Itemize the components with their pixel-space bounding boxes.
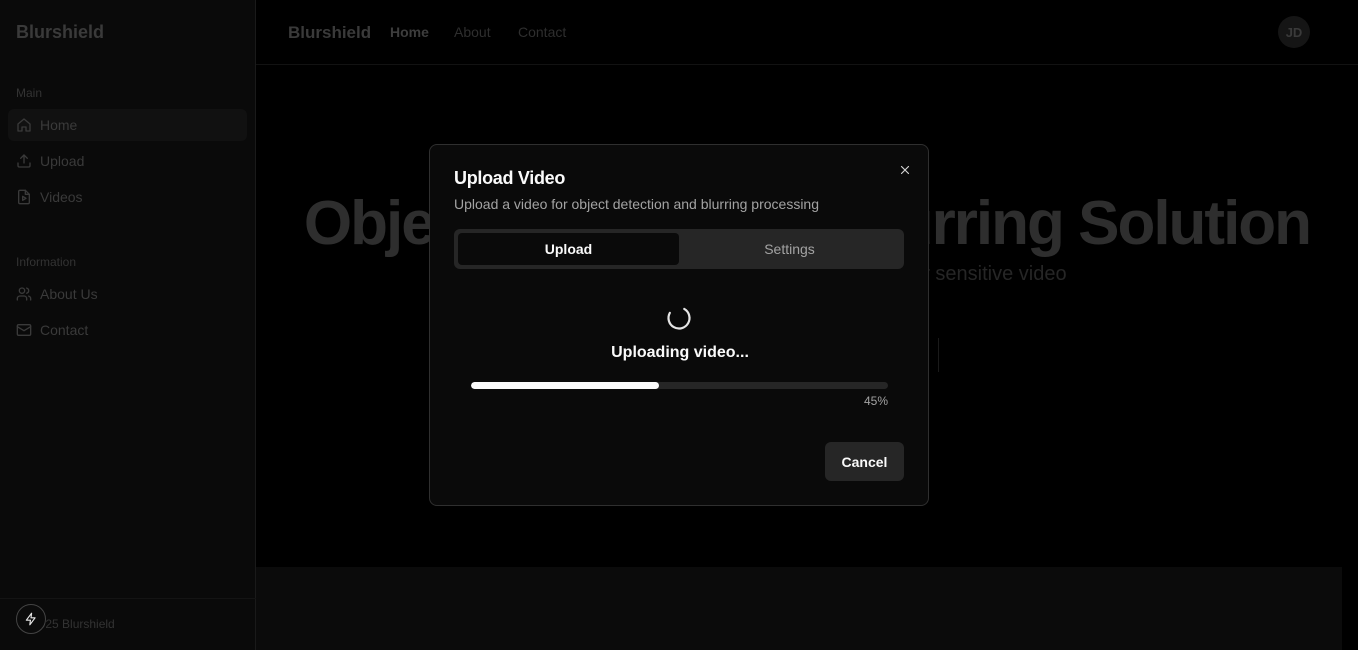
- home-icon: [17, 118, 31, 132]
- sidebar: Blurshield Main Home Upload Videos Infor…: [0, 0, 256, 650]
- nav-link-contact[interactable]: Contact: [518, 24, 566, 40]
- tab-upload[interactable]: Upload: [458, 233, 679, 265]
- loading-spinner-icon: [666, 305, 692, 331]
- top-navbar: Blurshield Home About Contact JD: [256, 0, 1358, 65]
- bolt-icon: [25, 612, 36, 626]
- close-icon: [900, 165, 910, 175]
- hero-button-edge: [938, 338, 939, 372]
- users-icon: [16, 287, 32, 301]
- sidebar-section-main: Main: [16, 86, 43, 100]
- dialog-title: Upload Video: [454, 168, 566, 188]
- sidebar-item-contact[interactable]: Contact: [8, 314, 247, 346]
- upload-video-dialog: Upload Video Upload a video for object d…: [429, 144, 929, 506]
- upload-status-text: Uploading video...: [611, 344, 749, 361]
- sidebar-footer-divider: [0, 598, 256, 599]
- sidebar-item-about-us[interactable]: About Us: [8, 278, 247, 310]
- sidebar-section-information: Information: [16, 255, 77, 269]
- content-panel: [256, 567, 1342, 650]
- sidebar-item-label: Upload: [40, 153, 85, 169]
- app-root: Blurshield Main Home Upload Videos Infor…: [0, 0, 1358, 650]
- nav-link-about[interactable]: About: [454, 24, 491, 40]
- video-file-icon: [18, 189, 30, 205]
- cancel-button[interactable]: Cancel: [825, 442, 904, 481]
- upload-progress-fill: [471, 382, 659, 389]
- tab-settings[interactable]: Settings: [679, 233, 900, 265]
- upload-progress-percent: 45%: [863, 394, 888, 408]
- upload-icon: [17, 154, 31, 168]
- sidebar-item-label: Home: [40, 117, 78, 133]
- sidebar-item-videos[interactable]: Videos: [8, 181, 247, 213]
- sidebar-item-label: Contact: [40, 322, 89, 338]
- sidebar-item-upload[interactable]: Upload: [8, 145, 247, 177]
- dialog-tabs: Upload Settings: [454, 229, 904, 269]
- navbar-brand[interactable]: Blurshield: [288, 23, 371, 43]
- sidebar-item-home[interactable]: Home: [8, 109, 247, 141]
- sidebar-item-label: About Us: [40, 286, 98, 302]
- user-avatar[interactable]: JD: [1278, 16, 1310, 48]
- nav-link-home[interactable]: Home: [390, 24, 429, 40]
- upload-progress-bar: [471, 382, 888, 389]
- close-dialog-button[interactable]: [896, 161, 914, 179]
- quick-action-button[interactable]: [16, 604, 46, 634]
- dialog-description: Upload a video for object detection and …: [454, 196, 820, 212]
- mail-icon: [16, 324, 32, 336]
- sidebar-brand[interactable]: Blurshield: [16, 22, 104, 43]
- sidebar-item-label: Videos: [40, 189, 83, 205]
